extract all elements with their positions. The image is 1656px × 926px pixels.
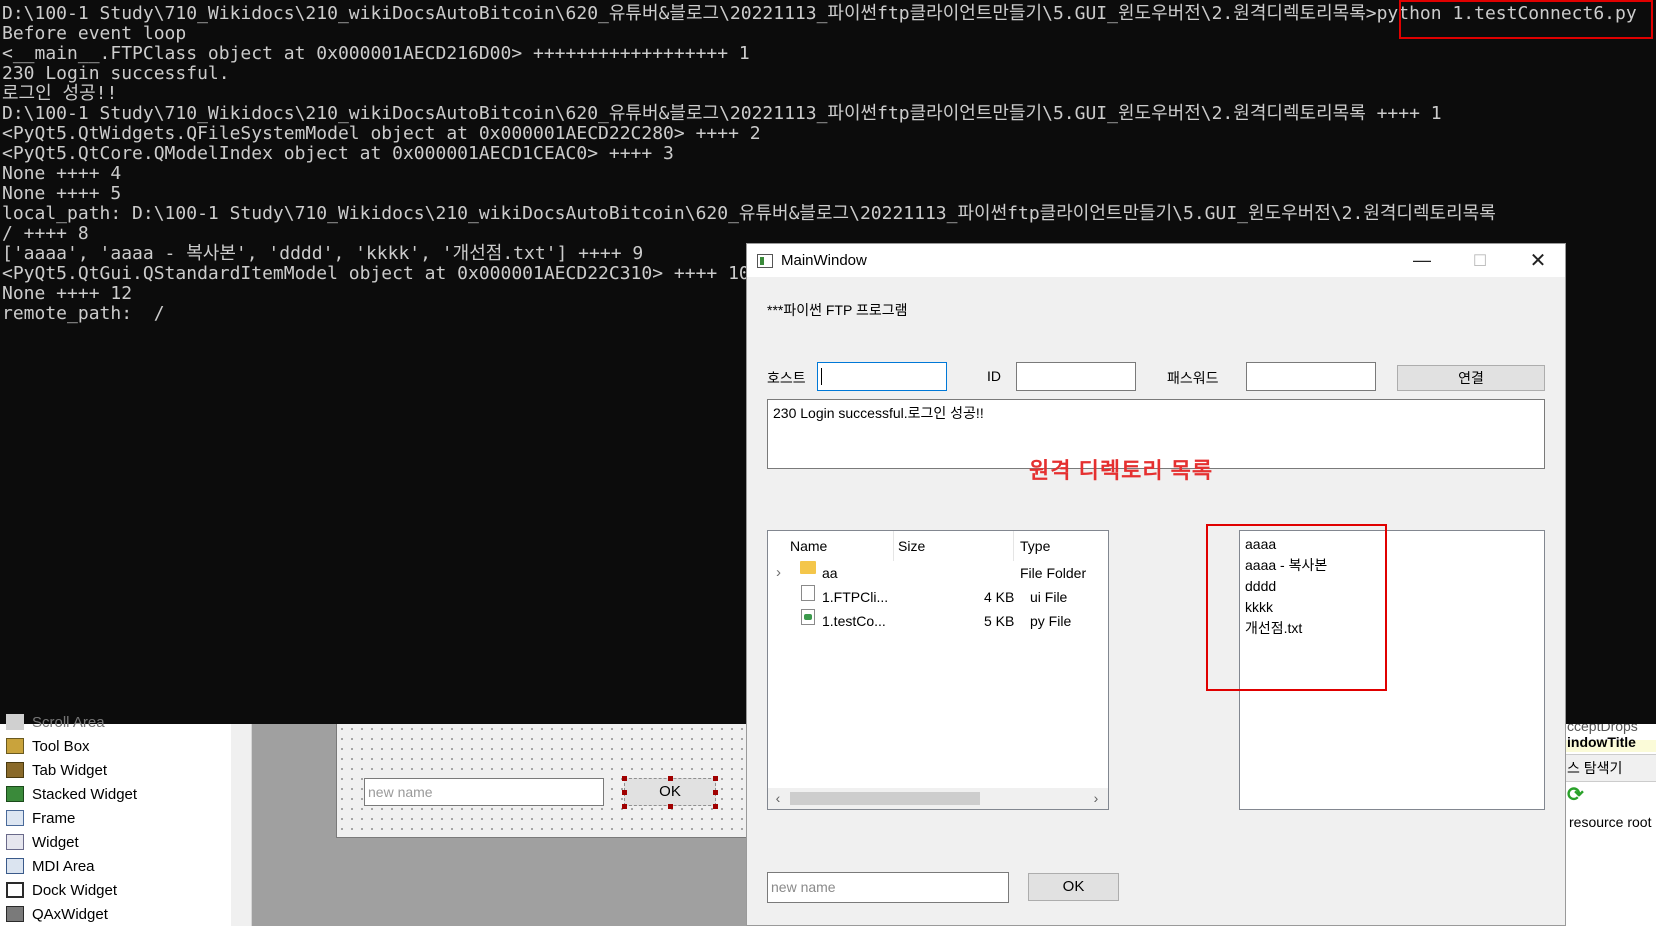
console-line: / ++++ 8 (2, 223, 89, 244)
column-header-name[interactable]: Name (790, 531, 827, 561)
console-line: D:\100-1 Study\710_Wikidocs\210_wikiDocs… (2, 103, 1442, 124)
mdi-area-icon (6, 858, 24, 874)
id-label: ID (987, 368, 1001, 384)
toolbox-icon (6, 738, 24, 754)
property-name[interactable]: cceptDrops (1567, 724, 1638, 734)
command-highlight-box (1399, 0, 1653, 39)
app-icon (757, 254, 773, 268)
connect-button[interactable]: 연결 (1397, 365, 1545, 391)
remote-list-highlight-box (1206, 524, 1387, 691)
console-line: 230 Login successful. (2, 63, 230, 84)
console-line: Before event loop (2, 23, 187, 44)
file-type: File Folder (1020, 565, 1087, 581)
selection-handle[interactable] (713, 790, 718, 795)
widget-box-item-frame[interactable]: Frame (6, 806, 75, 830)
maximize-button[interactable]: ☐ (1451, 244, 1509, 277)
form-ok-button[interactable]: OK (624, 778, 716, 806)
column-header-type[interactable]: Type (1020, 531, 1050, 561)
selection-handle[interactable] (622, 790, 627, 795)
horizontal-scrollbar[interactable]: ‹ › (768, 788, 1108, 809)
console-line: ['aaaa', 'aaaa - 복사본', 'dddd', 'kkkk', '… (2, 243, 644, 264)
new-name-input[interactable]: new name (767, 872, 1009, 903)
id-input[interactable] (1016, 362, 1136, 391)
log-text: 230 Login successful.로그인 성공!! (773, 405, 984, 421)
window-title: MainWindow (781, 252, 867, 269)
widget-icon (6, 834, 24, 850)
selection-handle[interactable] (622, 776, 627, 781)
main-window: MainWindow — ☐ ✕ ***파이썬 FTP 프로그램 호스트 ID … (746, 243, 1566, 926)
console-line: 로그인 성공!! (2, 83, 118, 104)
column-divider[interactable] (893, 531, 894, 561)
password-label: 패스워드 (1167, 370, 1219, 386)
widget-box-item-widget[interactable]: Widget (6, 830, 79, 854)
selection-handle[interactable] (668, 776, 673, 781)
selection-handle[interactable] (668, 804, 673, 809)
host-input[interactable] (817, 362, 947, 391)
local-file-tree[interactable]: Name Size Type › aa File Folder 1.FTPCli… (767, 530, 1109, 810)
file-name: aa (822, 565, 838, 581)
tree-row[interactable]: 1.testCo... 5 KB py File (768, 609, 1108, 633)
scroll-right-icon[interactable]: › (1086, 788, 1106, 809)
password-input[interactable] (1246, 362, 1376, 391)
scroll-area-icon (6, 714, 24, 730)
column-header-size[interactable]: Size (898, 531, 925, 561)
console-line: <PyQt5.QtGui.QStandardItemModel object a… (2, 263, 750, 284)
file-size: 5 KB (984, 613, 1015, 629)
widget-box-item-toolbox[interactable]: Tool Box (6, 734, 90, 758)
reload-icon[interactable]: ⟳ (1567, 782, 1584, 807)
ui-file-icon (801, 585, 815, 601)
console-line: remote_path: / (2, 303, 165, 324)
console-line: local_path: D:\100-1 Study\710_Wikidocs\… (2, 203, 1496, 224)
selection-handle[interactable] (713, 804, 718, 809)
title-bar[interactable]: MainWindow — ☐ ✕ (747, 244, 1565, 277)
chevron-right-icon[interactable]: › (776, 561, 781, 585)
ok-button[interactable]: OK (1028, 873, 1119, 901)
file-name: 1.FTPCli... (822, 589, 889, 605)
close-button[interactable]: ✕ (1509, 244, 1567, 277)
console-line: None ++++ 5 (2, 183, 122, 204)
panel-splitter[interactable] (231, 724, 252, 926)
stacked-widget-icon (6, 786, 24, 802)
host-label: 호스트 (767, 370, 806, 386)
file-size: 4 KB (984, 589, 1015, 605)
annotation-label: 원격 디렉토리 목록 (1029, 458, 1214, 483)
console-line: <PyQt5.QtWidgets.QFileSystemModel object… (2, 123, 761, 144)
console-line: None ++++ 4 (2, 163, 122, 184)
py-file-icon (801, 609, 815, 625)
minimize-button[interactable]: — (1393, 244, 1451, 277)
resource-browser-title: 스 탐색기 (1567, 760, 1623, 776)
column-divider[interactable] (1013, 531, 1014, 561)
file-type: py File (1030, 613, 1072, 629)
text-caret (821, 368, 822, 385)
property-name[interactable]: indowTitle (1567, 734, 1636, 750)
tree-row[interactable]: 1.FTPCli... 4 KB ui File (768, 585, 1108, 609)
widget-box-item-mdi-area[interactable]: MDI Area (6, 854, 95, 878)
widget-box-item-partial[interactable]: Scroll Area (6, 710, 105, 734)
console-line: <PyQt5.QtCore.QModelIndex object at 0x00… (2, 143, 674, 164)
frame-icon (6, 810, 24, 826)
file-name: 1.testCo... (822, 613, 886, 629)
console-line: <__main__.FTPClass object at 0x000001AEC… (2, 43, 750, 64)
program-heading: ***파이썬 FTP 프로그램 (767, 302, 908, 318)
widget-box-item-dock-widget[interactable]: Dock Widget (6, 878, 117, 902)
qaxwidget-icon (6, 906, 24, 922)
widget-box-item-tab-widget[interactable]: Tab Widget (6, 758, 107, 782)
scrollbar-thumb[interactable] (790, 792, 980, 805)
folder-icon (800, 561, 816, 574)
widget-box-item-qaxwidget[interactable]: QAxWidget (6, 902, 108, 926)
widget-box-item-stacked-widget[interactable]: Stacked Widget (6, 782, 137, 806)
selection-handle[interactable] (622, 804, 627, 809)
property-panel: cceptDrops indowTitle 스 탐색기 ⟳ resource r… (1565, 724, 1656, 926)
scroll-left-icon[interactable]: ‹ (768, 788, 788, 809)
tab-widget-icon (6, 762, 24, 778)
console-line: D:\100-1 Study\710_Wikidocs\210_wikiDocs… (2, 3, 1637, 24)
widget-box-panel: Scroll Area Tool Box Tab Widget Stacked … (0, 714, 231, 926)
console-line: None ++++ 12 (2, 283, 133, 304)
dock-widget-icon (6, 882, 24, 898)
selection-handle[interactable] (713, 776, 718, 781)
resource-root-label[interactable]: resource root (1569, 814, 1651, 830)
file-type: ui File (1030, 589, 1068, 605)
tree-row[interactable]: › aa File Folder (768, 561, 1108, 585)
form-new-name-input[interactable]: new name (364, 778, 604, 806)
